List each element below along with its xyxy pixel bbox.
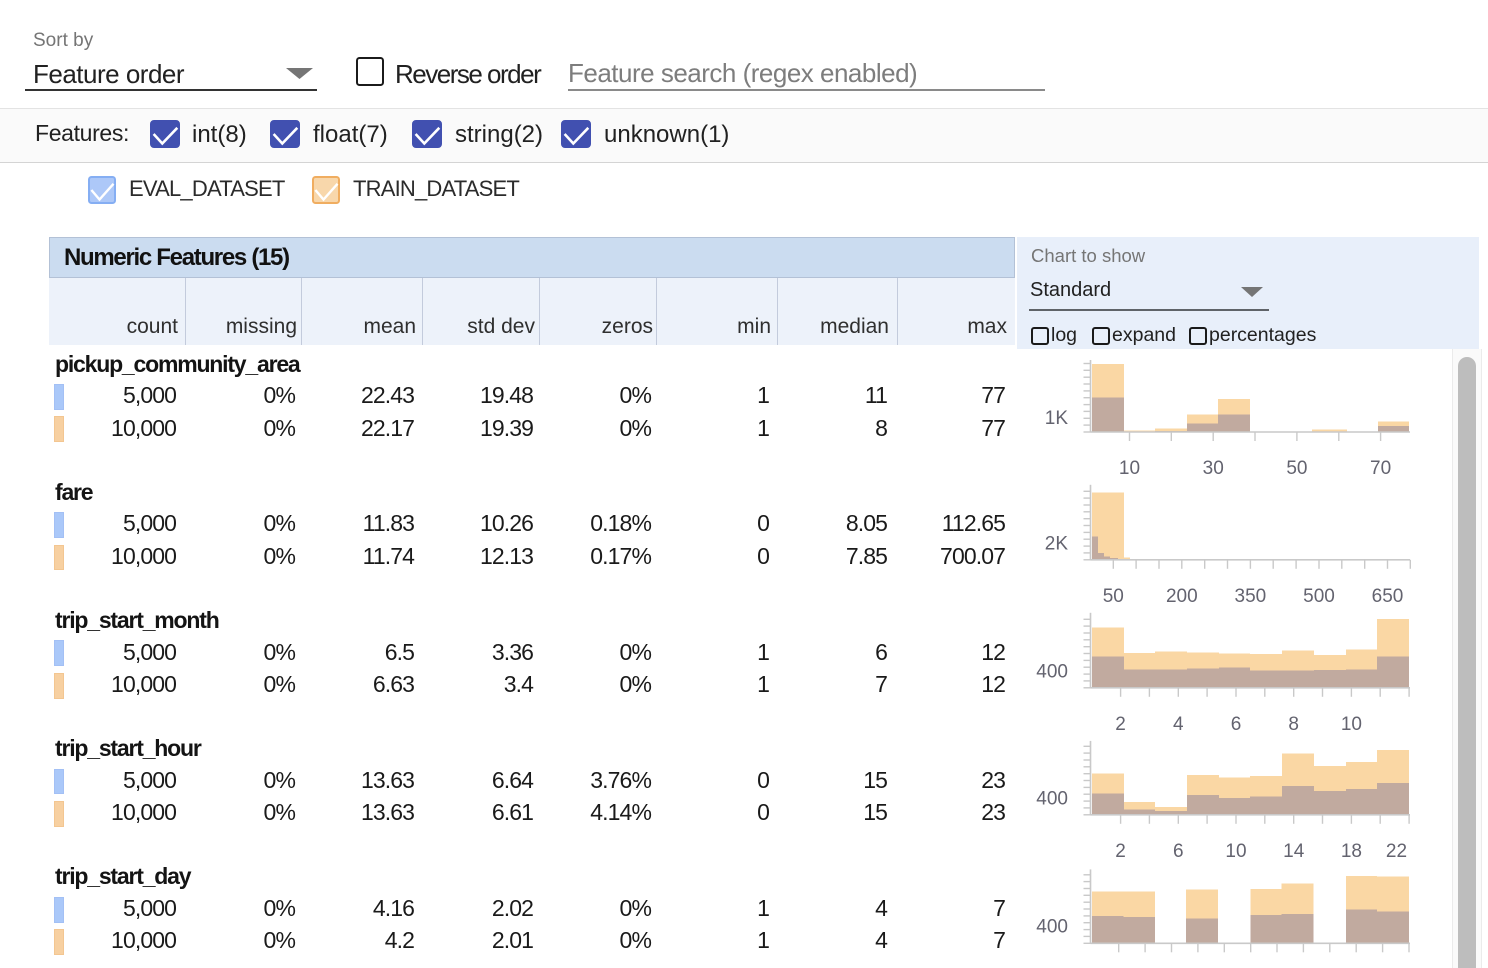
svg-text:8: 8 [1288,714,1299,735]
svg-text:200: 200 [1166,586,1198,607]
svg-text:1K: 1K [1045,408,1069,429]
svg-text:2: 2 [1115,841,1126,862]
svg-text:50: 50 [1103,586,1124,607]
svg-text:4: 4 [1173,714,1184,735]
svg-text:70: 70 [1370,458,1391,479]
svg-text:30: 30 [1203,458,1224,479]
svg-text:6: 6 [1231,714,1242,735]
svg-text:500: 500 [1303,586,1335,607]
svg-text:400: 400 [1036,788,1068,809]
svg-text:400: 400 [1036,916,1068,937]
svg-text:2K: 2K [1045,533,1069,554]
svg-text:650: 650 [1372,586,1404,607]
svg-text:14: 14 [1283,841,1305,862]
svg-text:10: 10 [1119,458,1140,479]
svg-text:6: 6 [1173,841,1184,862]
svg-text:350: 350 [1235,586,1267,607]
svg-text:10: 10 [1341,714,1362,735]
svg-text:22: 22 [1386,841,1407,862]
svg-text:10: 10 [1225,841,1246,862]
svg-text:2: 2 [1115,714,1126,735]
svg-text:18: 18 [1341,841,1362,862]
svg-text:400: 400 [1036,661,1068,682]
svg-text:50: 50 [1286,458,1307,479]
